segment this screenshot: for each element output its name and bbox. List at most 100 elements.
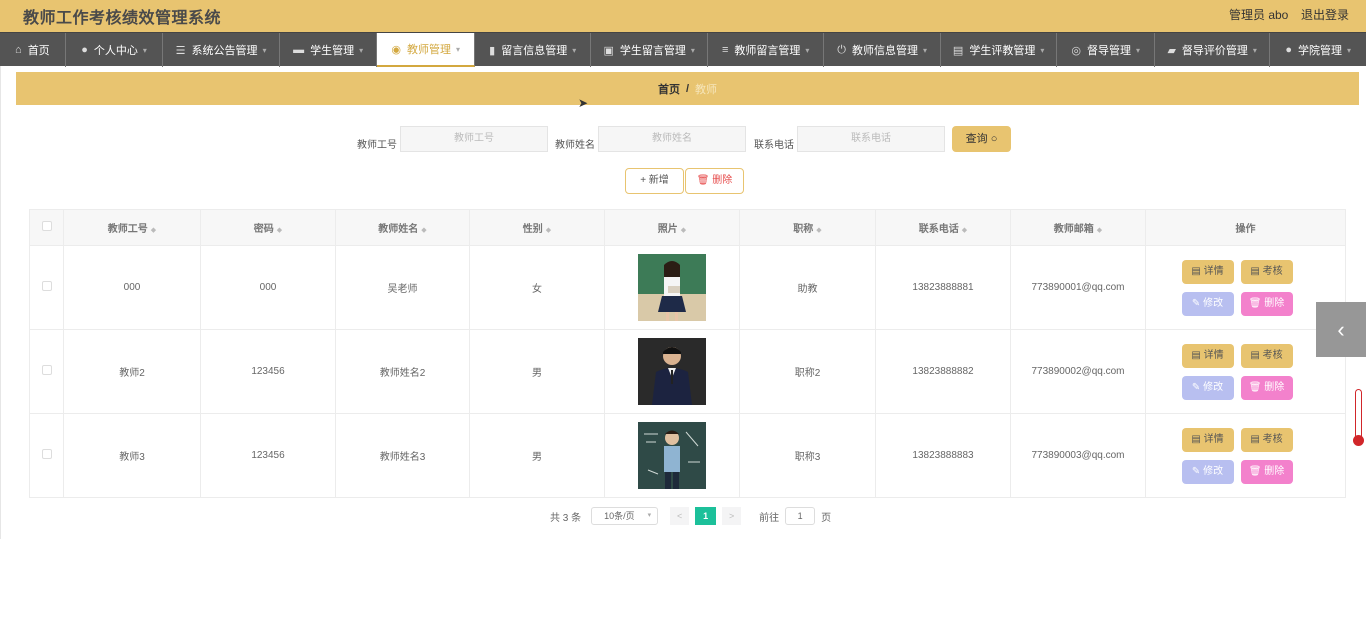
breadcrumb-home[interactable]: 首页 [658, 81, 680, 97]
select-all-checkbox[interactable] [41, 221, 52, 231]
nav-item-teacher-info[interactable]: ⏻ 教师信息管理 ▾ [824, 33, 941, 67]
teacher-id-input[interactable]: 教师工号 [400, 126, 548, 152]
cell-email: 773890002@qq.com [1010, 329, 1146, 414]
teacher-table: 教师工号 ◆ 密码 ◆ 教师姓名 ◆ 性别 ◆ 照片 ◆ 职称 ◆ 联系电话 ◆ 教师邮箱 ◆ … [29, 209, 1346, 498]
power-icon: ⏻ [837, 43, 846, 56]
add-button[interactable]: + 新增 [625, 168, 684, 194]
sort-icon: ◆ [150, 227, 157, 234]
chevron-down-icon: ▾ [805, 45, 810, 55]
teacher-photo[interactable] [638, 338, 706, 405]
cell-email: 773890001@qq.com [1010, 245, 1146, 330]
edit-button[interactable]: ✎ 修改 [1181, 375, 1234, 400]
pagination: 共 3 条 10条/页 ▾ < 1 > 前往 1 页 [550, 507, 831, 525]
audit-button[interactable]: ▤ 考核 [1240, 259, 1293, 284]
chevron-down-icon: ▾ [690, 45, 695, 55]
audit-button[interactable]: ▤ 考核 [1240, 427, 1293, 452]
teacher-name-input[interactable]: 教师姓名 [598, 126, 746, 152]
sort-icon: ◆ [545, 227, 552, 234]
cell-password: 123456 [200, 413, 336, 498]
cell-phone: 13823888881 [875, 245, 1011, 330]
cell-title: 职称2 [739, 329, 876, 414]
nav-item-evaluation[interactable]: ▤ 学生评教管理 ▾ [941, 33, 1058, 67]
sort-icon: ◆ [816, 227, 822, 234]
cell-title: 助教 [739, 245, 876, 330]
edit-button[interactable]: ✎ 修改 [1181, 459, 1234, 484]
next-page-button[interactable]: > [722, 507, 742, 525]
detail-button[interactable]: ▤ 详情 [1181, 427, 1234, 452]
nav-item-student-messages[interactable]: ▣ 学生留言管理 ▾ [591, 33, 708, 67]
query-button[interactable]: 查询 ○ [952, 126, 1011, 152]
nav-item-messages[interactable]: ▮ 留言信息管理 ▾ [475, 33, 592, 67]
table-header-row: 教师工号 ◆ 密码 ◆ 教师姓名 ◆ 性别 ◆ 照片 ◆ 职称 ◆ 联系电话 ◆ 教师邮箱 ◆ … [29, 209, 1346, 246]
column-header[interactable]: 性别 ◆ [469, 209, 605, 246]
teacher-photo[interactable] [638, 422, 706, 489]
chevron-down-icon: ▾ [262, 45, 267, 55]
cell-email: 773890003@qq.com [1010, 413, 1146, 498]
phone-input[interactable]: 联系电话 [797, 126, 945, 152]
list-icon: ≡ [721, 44, 729, 56]
goto-page-input[interactable]: 1 [785, 507, 816, 525]
row-checkbox[interactable] [41, 365, 52, 375]
nav-item-colleges[interactable]: ● 学院管理 ▾ [1270, 33, 1366, 67]
breadcrumb: 首页 / 教师 [16, 72, 1359, 105]
left-edge [0, 66, 1, 539]
nav-item-supervisor-evaluation[interactable]: ▰ 督导评价管理 ▾ [1155, 33, 1271, 67]
logout-link[interactable]: 退出登录 [1301, 6, 1349, 23]
row-checkbox[interactable] [41, 281, 52, 291]
sort-icon: ◆ [421, 227, 427, 234]
trash-icon: 🗑 [696, 175, 713, 186]
pencil-icon: ✎ [1191, 381, 1204, 393]
prev-page-button[interactable]: < [670, 507, 690, 525]
wallet-icon: ▰ [1167, 44, 1176, 57]
chevron-left-icon: ‹ [1337, 317, 1345, 342]
column-header[interactable]: 密码 ◆ [200, 209, 336, 246]
total-count: 共 3 条 [550, 512, 582, 524]
breadcrumb-current: 教师 [695, 83, 718, 96]
column-header[interactable]: 教师邮箱 ◆ [1010, 209, 1146, 246]
column-header[interactable]: 联系电话 ◆ [875, 209, 1011, 246]
delete-button[interactable]: 🗑 删除 [1240, 375, 1293, 400]
column-header[interactable]: 教师姓名 ◆ [335, 209, 470, 246]
top-header: 教师工作考核绩效管理系统 管理员 abo 退出登录 [0, 0, 1366, 32]
sort-icon: ◆ [1096, 227, 1103, 234]
nav-item-students[interactable]: ▬ 学生管理 ▾ [280, 33, 378, 67]
sliders-icon: ☰ [175, 44, 186, 57]
table-row: 教师3 123456 教师姓名3 男 职称3 13823888883 77389… [29, 413, 1346, 498]
collapse-side-button[interactable]: ‹ [1316, 302, 1366, 357]
scrollbar-thumb[interactable] [1353, 389, 1364, 446]
trash-icon: 🗑 [1248, 465, 1265, 477]
chevron-down-icon: ▾ [1252, 45, 1257, 55]
nav-item-personal-center[interactable]: ● 个人中心 ▾ [66, 33, 164, 67]
app-title: 教师工作考核绩效管理系统 [23, 10, 222, 27]
column-header[interactable]: 教师工号 ◆ [63, 209, 201, 246]
nav-item-announcements[interactable]: ☰ 系统公告管理 ▾ [163, 33, 280, 67]
audit-button[interactable]: ▤ 考核 [1240, 343, 1293, 368]
cell-name: 吴老师 [335, 245, 470, 330]
chevron-down-icon: ▾ [455, 44, 460, 54]
row-checkbox[interactable] [41, 449, 52, 459]
batch-delete-button[interactable]: 🗑 删除 [685, 168, 744, 194]
teacher-photo[interactable] [638, 254, 706, 321]
cell-gender: 女 [469, 245, 605, 330]
page-size-select[interactable]: 10条/页 ▾ [591, 507, 659, 525]
bar-chart-icon: ▮ [489, 44, 496, 57]
column-header[interactable]: 职称 ◆ [739, 209, 876, 246]
column-header-actions: 操作 [1145, 209, 1346, 246]
cell-teacher-id: 教师3 [63, 413, 201, 498]
cell-title: 职称3 [739, 413, 876, 498]
edit-button[interactable]: ✎ 修改 [1181, 291, 1234, 316]
trash-icon: 🗑 [1248, 297, 1265, 309]
detail-button[interactable]: ▤ 详情 [1181, 343, 1234, 368]
cell-actions: ▤ 详情 ▤ 考核 ✎ 修改 🗑 删除 [1145, 413, 1346, 498]
detail-button[interactable]: ▤ 详情 [1181, 259, 1234, 284]
column-header[interactable]: 照片 ◆ [604, 209, 740, 246]
nav-item-teachers[interactable]: ◉ 教师管理 ▾ [377, 33, 475, 67]
chat-icon: ▬ [293, 44, 305, 56]
nav-item-home[interactable]: ⌂ 首页 [0, 33, 66, 67]
nav-item-supervisors[interactable]: ◎ 督导管理 ▾ [1057, 33, 1155, 67]
table-row: 000 000 吴老师 女 助教 13823888881 773890001@q… [29, 245, 1346, 330]
delete-button[interactable]: 🗑 删除 [1240, 459, 1293, 484]
nav-item-teacher-messages[interactable]: ≡ 教师留言管理 ▾ [708, 33, 825, 67]
delete-button[interactable]: 🗑 删除 [1240, 291, 1293, 316]
page-number-active[interactable]: 1 [695, 507, 717, 525]
